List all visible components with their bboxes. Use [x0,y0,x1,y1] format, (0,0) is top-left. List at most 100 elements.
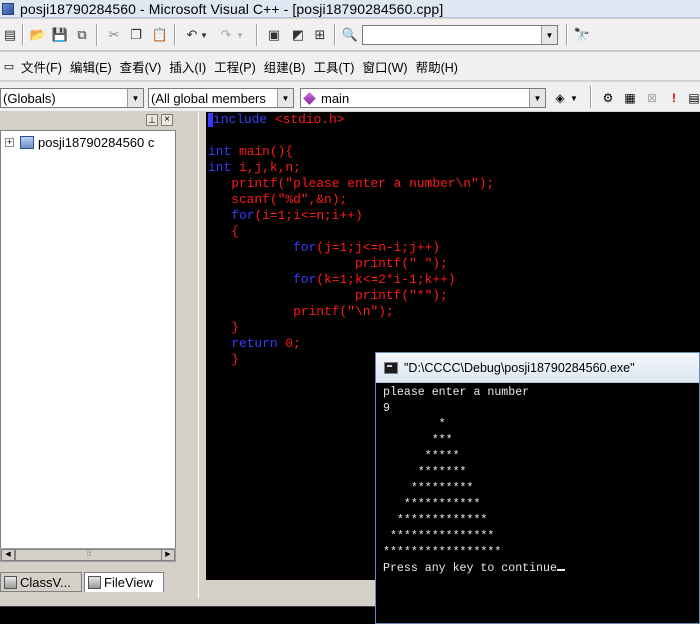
workspace-header: ⊥ × [0,112,178,128]
menu-view[interactable]: 查看(V) [117,57,165,76]
scroll-left-icon[interactable]: ◀ [1,549,15,561]
code-token: (k=1;k<=2*i-1;k++) [316,272,456,287]
chevron-down-icon[interactable]: ▼ [529,89,545,107]
workspace-panel: ⊥ × + posji18790284560 c ◀ ⦙⦙⦙ ▶ ClassV.… [0,112,200,598]
find-in-files-icon[interactable]: 🔍 [340,25,360,45]
tab-fileview[interactable]: FileView [84,572,164,592]
close-icon[interactable]: × [161,114,173,126]
menu-bar: ▭ 文件(F) 编辑(E) 查看(V) 插入(I) 工程(P) 组建(B) 工具… [0,52,700,80]
code-token: include [213,112,268,127]
window-list-icon[interactable]: ⊞ [310,25,330,45]
menu-file[interactable]: 文件(F) [18,57,65,76]
code-line[interactable]: for(i=1;i<=n;i++) [208,208,494,224]
code-token: printf("please enter a number\n"); [208,176,495,191]
build-icon[interactable]: ▦ [620,89,640,107]
execute-icon[interactable]: ! [664,89,684,107]
compile-icon[interactable]: ⚙ [598,89,618,107]
scroll-thumb[interactable]: ⦙⦙⦙ [15,549,163,561]
console-cursor [556,569,565,571]
document-menu-icon[interactable]: ▭ [2,59,16,73]
app-icon [2,2,14,15]
copy-icon[interactable]: ❐ [126,25,146,45]
wizard-action-icon[interactable]: ◈ [550,89,570,107]
workspace-tree[interactable]: + posji18790284560 c [0,130,176,560]
cut-icon[interactable]: ✂ [104,25,124,45]
code-token: printf("\n"); [208,304,394,319]
menu-build[interactable]: 组建(B) [261,57,309,76]
tab-classview[interactable]: ClassV... [0,572,82,592]
toolbar-separator [22,24,24,46]
paste-icon[interactable]: 📋 [150,25,170,45]
wizard-dropdown-icon[interactable]: ▼ [568,89,580,107]
tab-classview-label: ClassV... [20,574,71,590]
horizontal-scrollbar[interactable]: ◀ ⦙⦙⦙ ▶ [0,548,176,562]
output-icon[interactable]: ◩ [288,25,308,45]
toolbar-separator [256,24,258,46]
classview-icon [4,575,17,589]
code-line[interactable]: include <stdio.h> [208,112,494,128]
redo-dropdown-icon[interactable]: ▼ [234,25,246,45]
console-output[interactable]: please enter a number 9 * *** ***** *****… [383,385,695,621]
code-line[interactable]: int i,j,k,n; [208,160,494,176]
menu-tools[interactable]: 工具(T) [310,57,357,76]
new-icon[interactable]: ▤ [0,25,20,45]
code-line[interactable]: for(k=1;k<=2*i-1;k++) [208,272,494,288]
code-line[interactable]: scanf("%d",&n); [208,192,494,208]
pin-icon[interactable]: ⊥ [146,114,158,126]
scope-combo[interactable]: (Globals) ▼ [0,88,144,108]
function-icon [303,91,316,105]
members-combo[interactable]: (All global members ▼ [148,88,294,108]
workspace-icon[interactable]: ▣ [264,25,284,45]
code-line[interactable]: printf("*"); [208,288,494,304]
code-text[interactable]: include <stdio.h> int main(){int i,j,k,n;… [208,112,494,368]
menu-help[interactable]: 帮助(H) [413,57,461,76]
code-token: } [208,352,239,367]
search-icon[interactable]: 🔭 [572,25,592,45]
code-line[interactable]: printf(" "); [208,256,494,272]
save-all-icon[interactable]: ⧉ [72,25,92,45]
code-line[interactable]: { [208,224,494,240]
output-panel[interactable] [0,606,376,624]
code-line[interactable]: int main(){ [208,144,494,160]
code-line[interactable]: for(j=1;j<=n-i;j++) [208,240,494,256]
console-line: 9 [383,402,390,415]
find-input[interactable] [363,26,539,44]
menu-insert[interactable]: 插入(I) [166,57,209,76]
chevron-down-icon[interactable]: ▼ [277,89,293,107]
menu-window[interactable]: 窗口(W) [359,57,410,76]
console-title-bar[interactable]: "D:\CCCC\Debug\posji18790284560.exe" [376,353,699,383]
stop-build-icon[interactable]: ⊠ [642,89,662,107]
code-token: i,j,k,n; [231,160,301,175]
open-icon[interactable]: 📂 [28,25,48,45]
chevron-down-icon[interactable]: ▼ [541,26,557,44]
console-line: ************* [383,514,488,527]
find-combo[interactable]: ▼ [362,25,558,45]
console-line: ********* [383,482,474,495]
code-line[interactable]: printf("\n"); [208,304,494,320]
go-icon[interactable]: ▤ [684,89,700,107]
expand-icon[interactable]: + [5,138,14,147]
toolbar-separator [566,24,568,46]
code-line[interactable] [208,128,494,144]
console-line: please enter a number [383,386,530,399]
console-window[interactable]: "D:\CCCC\Debug\posji18790284560.exe" ple… [375,352,700,624]
menu-edit[interactable]: 编辑(E) [67,57,115,76]
code-line[interactable]: return 0; [208,336,494,352]
chevron-down-icon[interactable]: ▼ [127,89,143,107]
tree-item-project[interactable]: + posji18790284560 c [5,135,154,150]
undo-dropdown-icon[interactable]: ▼ [198,25,210,45]
console-line: ***** [383,450,460,463]
scroll-right-icon[interactable]: ▶ [161,549,175,561]
menu-project[interactable]: 工程(P) [211,57,259,76]
console-line: *************** [383,530,495,543]
code-line[interactable]: } [208,320,494,336]
code-token: return [231,336,278,351]
redo-icon[interactable]: ↷ [216,25,236,45]
save-icon[interactable]: 💾 [50,25,70,45]
function-combo[interactable]: main ▼ [300,88,546,108]
panel-splitter[interactable] [198,112,206,598]
code-line[interactable]: printf("please enter a number\n"); [208,176,494,192]
function-value: main [321,90,350,106]
